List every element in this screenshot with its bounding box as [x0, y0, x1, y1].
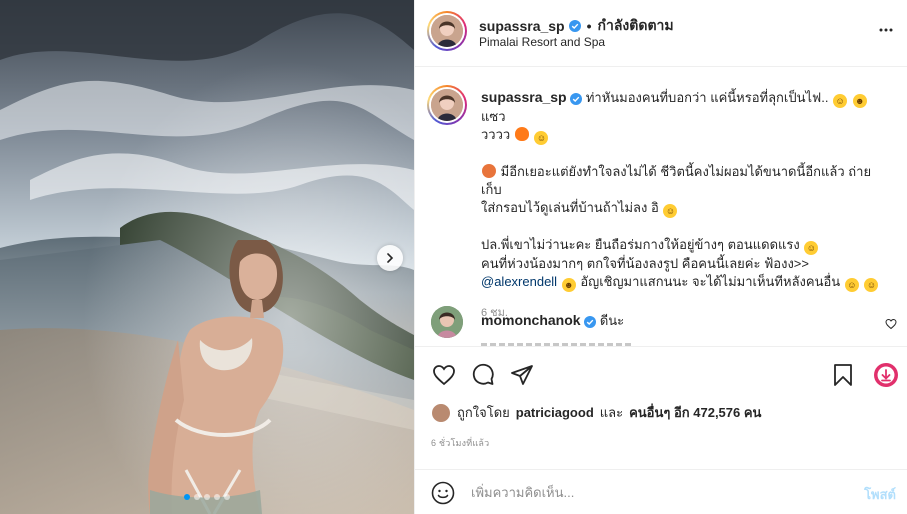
carousel-indicator [0, 494, 414, 500]
share-icon[interactable] [510, 363, 534, 387]
chevron-right-icon [387, 253, 394, 263]
likes-others-count[interactable]: คนอื่นๆ อีก 472,576 คน [629, 402, 761, 423]
post-side-panel: supassra_sp • กำลังติดตาม Pimalai Resort… [414, 0, 907, 514]
sunglasses-emoji-icon: ☺ [833, 94, 848, 108]
verified-badge-icon [584, 315, 597, 328]
post-photo[interactable] [0, 0, 414, 514]
commenter-avatar[interactable] [431, 306, 463, 338]
avatar-image [431, 306, 463, 338]
likes-summary: ถูกใจโดย patriciagood และ คนอื่นๆ อีก 47… [431, 402, 761, 423]
post-header: supassra_sp • กำลังติดตาม Pimalai Resort… [415, 0, 907, 67]
more-horizontal-icon[interactable] [878, 22, 894, 38]
caption-line-2: วววว [481, 127, 511, 142]
carousel-dot [204, 494, 210, 500]
avatar-image [431, 15, 463, 47]
liker-avatar[interactable] [431, 402, 451, 423]
wink-emoji-icon: ☺ [844, 278, 859, 292]
verified-badge-icon [570, 92, 583, 105]
posted-time[interactable]: 6 ชั่วโมงที่แล้ว [431, 436, 489, 450]
author-username[interactable]: supassra_sp [479, 18, 565, 34]
caption-para-2a: มีอีกเยอะแต่ยังทำใจลงไม่ได้ ชีวิตนี้คงไม… [481, 164, 872, 197]
action-bar [415, 346, 907, 402]
separator-bullet: • [586, 18, 592, 34]
author-avatar[interactable] [427, 11, 467, 51]
beach-photo [0, 0, 414, 514]
mention-link[interactable]: @alexrendell [481, 274, 557, 289]
heart-icon[interactable] [885, 318, 897, 330]
verified-badge-icon [568, 20, 581, 32]
yum-emoji-icon: ☺ [804, 241, 819, 255]
caption-username[interactable]: supassra_sp [481, 89, 567, 105]
caption-body: supassra_sp ท่าหันมองคนที่บอกว่า แค่นี้ห… [481, 88, 891, 322]
comment-icon[interactable] [471, 363, 495, 387]
smiley-icon[interactable] [431, 481, 455, 505]
carousel-dot [224, 494, 230, 500]
carousel-dot [194, 494, 200, 500]
caption-avatar[interactable] [427, 85, 467, 125]
raised-hands-emoji-icon [482, 164, 496, 178]
comment-text-row: momonchanok ดีนะ [481, 310, 624, 331]
caption-para-3c: อัญเชิญมาแสกนนะ จะได้ไม่มาเห็นทีหลังคนอื… [580, 274, 841, 289]
tongue-emoji-icon: ☻ [561, 278, 576, 292]
post-comment-button[interactable]: โพสต์ [864, 484, 896, 505]
download-icon[interactable] [873, 362, 899, 388]
next-photo-button[interactable] [377, 245, 403, 271]
likes-prefix: ถูกใจโดย [457, 405, 510, 420]
comment-text: ดีนะ [599, 313, 625, 328]
likes-and: และ [599, 405, 624, 420]
carousel-dot [184, 494, 190, 500]
comments-area[interactable]: supassra_sp ท่าหันมองคนที่บอกว่า แค่นี้ห… [415, 68, 907, 346]
caption-para-3a: ปล.พี่เขาไม่ว่านะคะ ยืนถือร่มกางให้อยู่ข… [481, 237, 800, 252]
caption-line-1-tail: แซว [481, 109, 506, 124]
instagram-post: supassra_sp • กำลังติดตาม Pimalai Resort… [0, 0, 907, 514]
comment-item: momonchanok ดีนะ [427, 304, 897, 344]
following-button[interactable]: กำลังติดตาม [598, 15, 674, 37]
comment-input[interactable] [471, 482, 831, 502]
bookmark-icon[interactable] [832, 363, 854, 387]
shy-emoji-icon: ☺ [864, 278, 879, 292]
fire-emoji-icon [514, 127, 529, 141]
smile-emoji-icon: ☺ [534, 131, 549, 145]
caption-para-3b: คนที่ห่วงน้องมากๆ ตกใจที่น้องลงรูป คือคน… [481, 256, 809, 271]
liker-username[interactable]: patriciagood [516, 405, 594, 420]
caption-para-2b: ใส่กรอบไว้ดูเล่นที่บ้านถ้าไม่ลง อิ [481, 200, 659, 215]
header-title-row: supassra_sp • กำลังติดตาม [479, 15, 674, 37]
carousel-dot [214, 494, 220, 500]
caption-line-1: ท่าหันมองคนที่บอกว่า แค่นี้หรอที่ลุกเป็น… [585, 90, 829, 105]
tongue-emoji-icon: ☻ [852, 94, 867, 108]
commenter-username[interactable]: momonchanok [481, 312, 581, 328]
heart-icon[interactable] [431, 363, 457, 387]
post-location[interactable]: Pimalai Resort and Spa [479, 35, 605, 49]
smile-emoji-icon: ☺ [663, 204, 678, 218]
avatar-image [431, 89, 463, 121]
comment-composer: โพสต์ [415, 469, 907, 514]
